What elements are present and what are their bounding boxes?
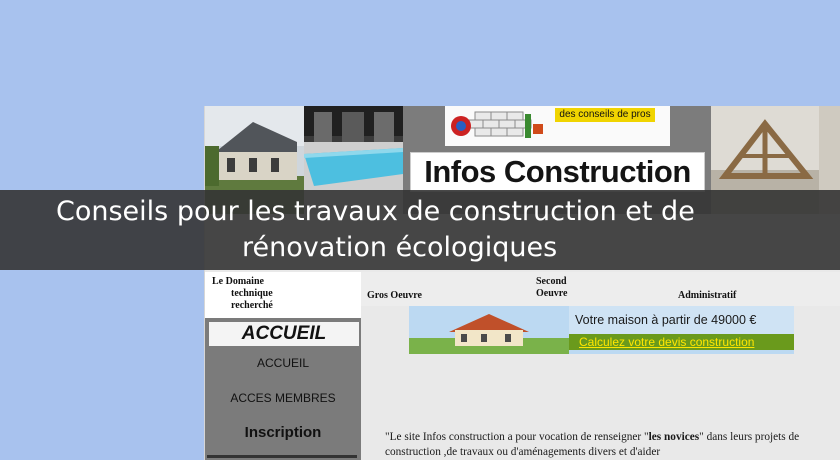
caption-line: Conseils pour les travaux de constructio… (56, 196, 695, 227)
intro-emphasis: les novices (648, 431, 700, 443)
nav-gros-oeuvre[interactable]: Gros Oeuvre (367, 290, 422, 302)
main-content: Votre maison à partir de 49000 € Calcule… (361, 306, 840, 460)
nav-second-oeuvre[interactable]: Second Oeuvre (536, 276, 596, 300)
left-navigation: Le Domaine technique recherché ACCUEIL A… (205, 272, 361, 460)
domain-line: recherché (231, 300, 273, 311)
menu-item-inscription[interactable]: Inscription (205, 424, 361, 441)
domain-line: technique (231, 288, 273, 299)
site-title: Infos Construction (424, 154, 691, 189)
accueil-header: ACCUEIL (209, 322, 359, 346)
intro-paragraph: "Le site Infos construction a pour vocat… (385, 430, 840, 460)
nav-administratif[interactable]: Administratif (678, 290, 736, 302)
domain-line: Le Domaine (212, 276, 264, 287)
caption-text: Conseils pour les travaux de constructio… (0, 194, 840, 266)
menu-item-acces-membres[interactable]: ACCES MEMBRES (205, 391, 361, 405)
ad-cta-link[interactable]: Calculez votre devis construction (579, 335, 754, 349)
brick-logo-icon (449, 110, 549, 142)
title-box: Infos Construction (410, 152, 705, 192)
top-navigation: Gros Oeuvre Second Oeuvre Administratif (361, 272, 840, 306)
menu-item-accueil[interactable]: ACCUEIL (205, 356, 361, 370)
website-frame: des conseils de pros Infos Construction … (204, 106, 840, 460)
domain-box: Le Domaine technique recherché (205, 272, 361, 318)
ad-banner[interactable]: Votre maison à partir de 49000 € Calcule… (409, 306, 794, 354)
intro-text: "Le site Infos construction a pour vocat… (385, 431, 649, 443)
caption-overlay: Conseils pour les travaux de constructio… (0, 190, 840, 270)
caption-line: rénovation écologiques (242, 232, 558, 263)
menu-divider (207, 455, 357, 458)
ad-headline: Votre maison à partir de 49000 € (575, 313, 757, 327)
slogan-badge: des conseils de pros (555, 108, 655, 122)
